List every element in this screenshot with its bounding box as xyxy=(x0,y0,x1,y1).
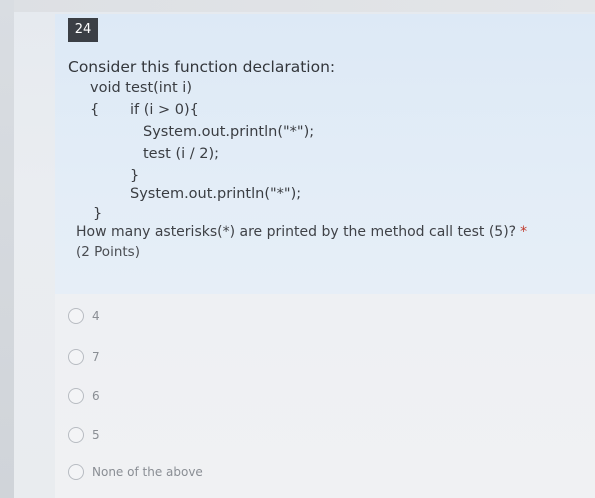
option-5[interactable]: None of the above xyxy=(68,462,203,482)
code-line-recursive-call: test (i / 2); xyxy=(143,146,220,162)
code-line-println-2: System.out.println("*"); xyxy=(130,186,302,202)
code-line-open-brace: { xyxy=(90,102,100,118)
code-line-close-brace: } xyxy=(93,206,103,222)
question-number-badge: 24 xyxy=(68,18,98,42)
required-marker: * xyxy=(520,224,528,240)
option-4[interactable]: 5 xyxy=(68,425,100,445)
code-line-if: if (i > 0){ xyxy=(130,102,199,118)
code-line-println-1: System.out.println("*"); xyxy=(143,124,315,140)
window-top-edge xyxy=(0,0,595,12)
code-line-signature: void test(int i) xyxy=(90,80,192,96)
option-2[interactable]: 7 xyxy=(68,347,100,367)
option-label: None of the above xyxy=(92,465,203,479)
question-prompt-text: How many asterisks(*) are printed by the… xyxy=(76,224,517,240)
option-label: 7 xyxy=(92,350,100,364)
option-label: 4 xyxy=(92,309,100,323)
question-points: (2 Points) xyxy=(76,244,140,260)
radio-button-icon[interactable] xyxy=(68,464,84,480)
radio-button-icon[interactable] xyxy=(68,388,84,404)
option-label: 6 xyxy=(92,389,100,403)
radio-button-icon[interactable] xyxy=(68,349,84,365)
option-label: 5 xyxy=(92,428,100,442)
question-title: Consider this function declaration: xyxy=(68,58,336,76)
question-prompt: How many asterisks(*) are printed by the… xyxy=(76,224,527,240)
radio-button-icon[interactable] xyxy=(68,308,84,324)
option-3[interactable]: 6 xyxy=(68,386,100,406)
radio-button-icon[interactable] xyxy=(68,427,84,443)
option-1[interactable]: 4 xyxy=(68,306,100,326)
code-line-close-if: } xyxy=(130,168,140,184)
window-left-edge xyxy=(0,0,14,498)
